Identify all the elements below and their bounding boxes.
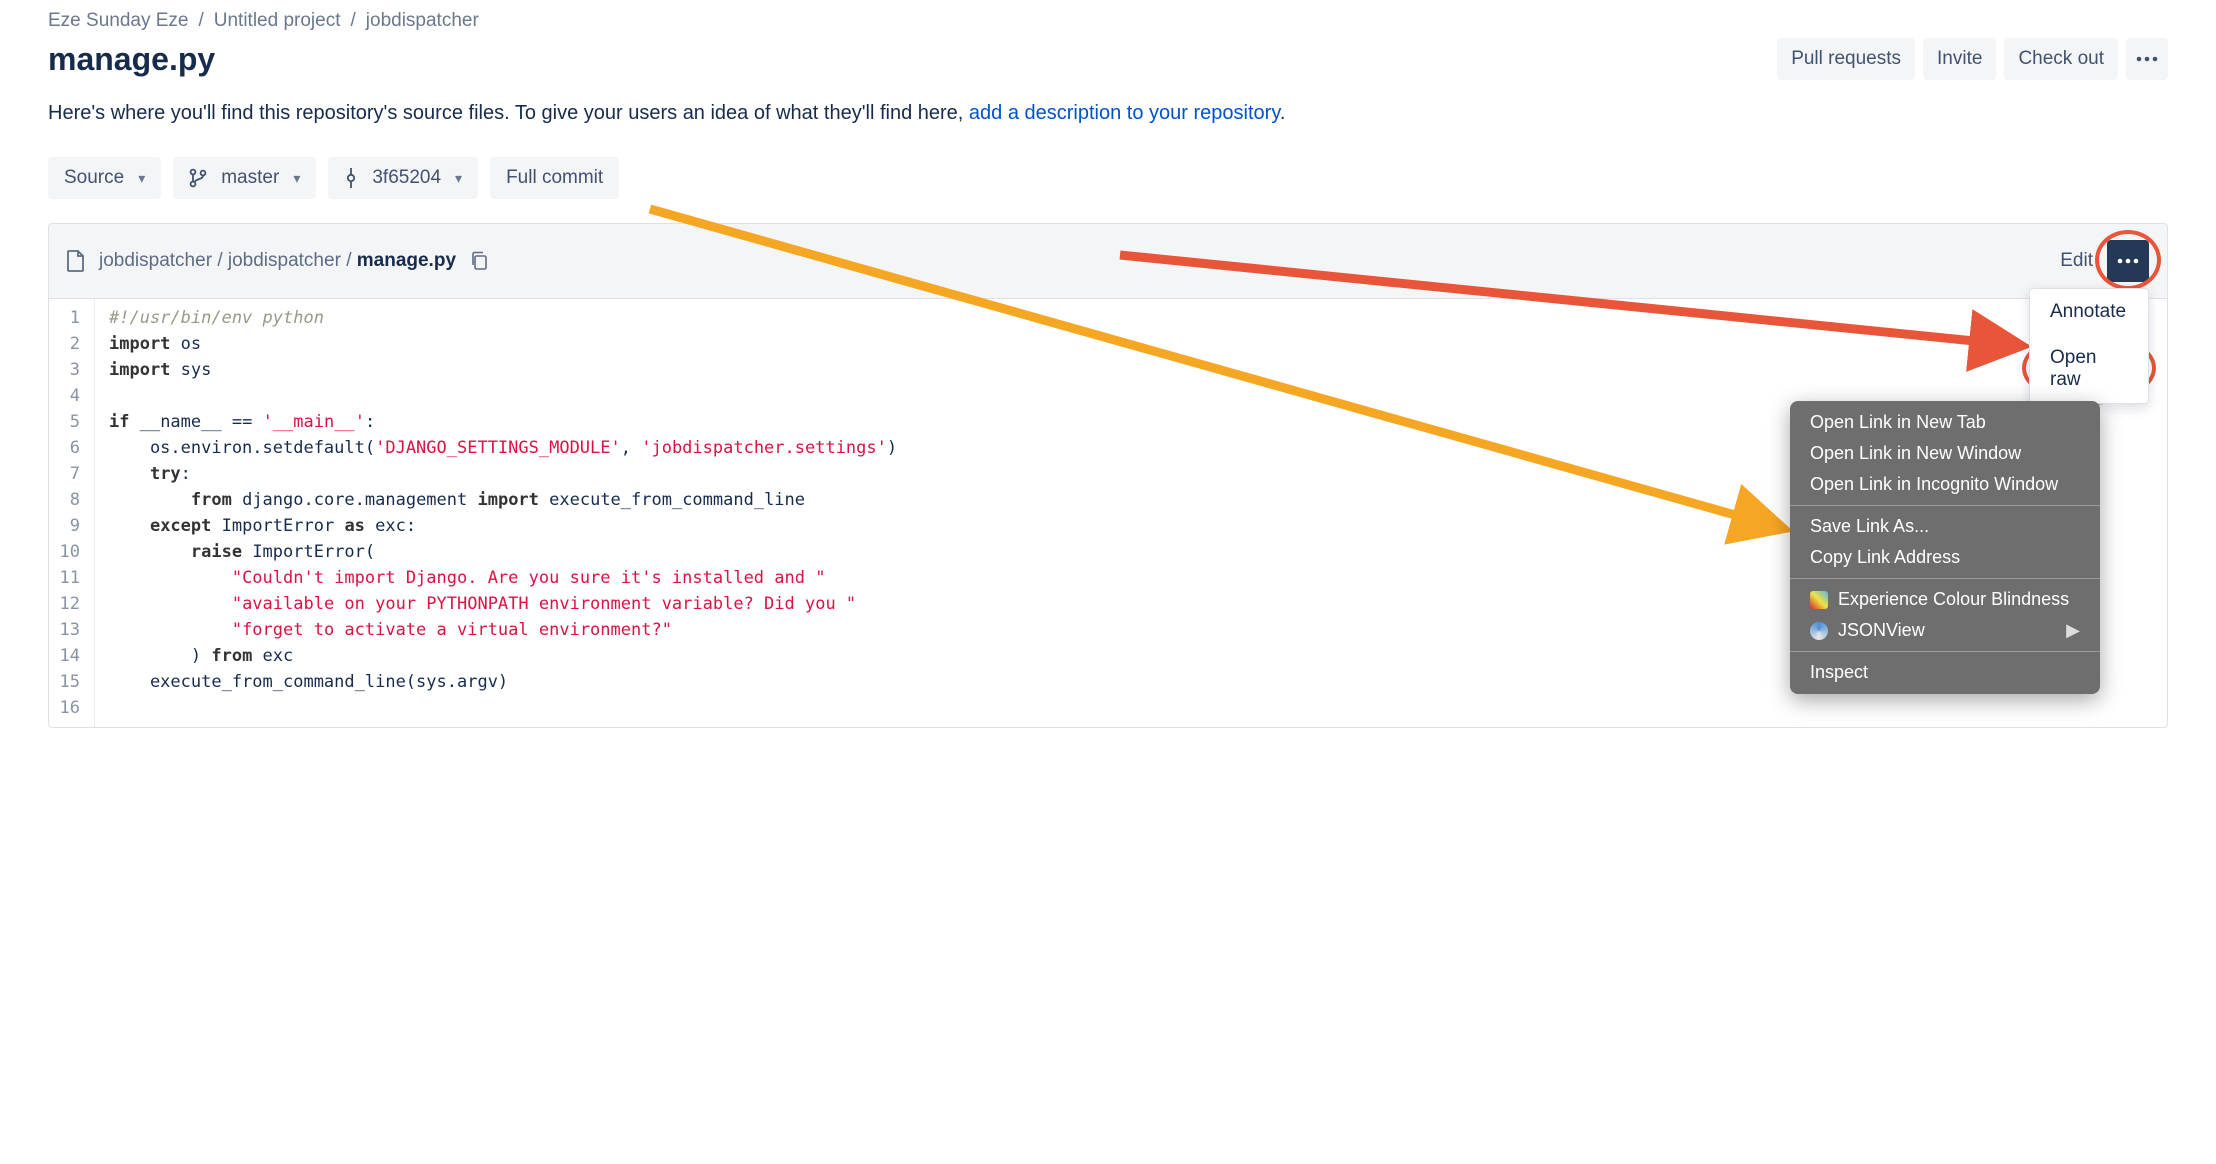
line-number: 5 — [59, 409, 80, 435]
extension-icon — [1810, 591, 1828, 609]
line-number: 8 — [59, 487, 80, 513]
code-line: execute_from_command_line(sys.argv) — [109, 669, 897, 695]
line-number-gutter: 12345678910111213141516 — [49, 299, 95, 727]
full-commit-button[interactable]: Full commit — [490, 157, 619, 199]
line-number: 6 — [59, 435, 80, 461]
file-path: jobdispatcher / jobdispatcher / manage.p… — [99, 250, 456, 272]
code-line: os.environ.setdefault('DJANGO_SETTINGS_M… — [109, 435, 897, 461]
branch-selector-label: master — [221, 167, 279, 189]
line-number: 12 — [59, 591, 80, 617]
code-line: "available on your PYTHONPATH environmen… — [109, 591, 897, 617]
description-text: Here's where you'll find this repository… — [48, 102, 969, 124]
code-line: from django.core.management import execu… — [109, 487, 897, 513]
file-icon — [67, 250, 85, 272]
crumb-repo[interactable]: jobdispatcher — [366, 10, 479, 32]
line-number: 16 — [59, 695, 80, 721]
ctx-open-incognito[interactable]: Open Link in Incognito Window — [1790, 469, 2100, 500]
submenu-arrow-icon: ▶ — [2066, 620, 2080, 641]
code-line: import sys — [109, 357, 897, 383]
ctx-open-new-window[interactable]: Open Link in New Window — [1790, 438, 2100, 469]
code-line: try: — [109, 461, 897, 487]
ctx-separator — [1790, 578, 2100, 579]
path-sep: / — [346, 250, 357, 271]
code-line: "forget to activate a virtual environmen… — [109, 617, 897, 643]
branch-icon — [189, 168, 207, 188]
add-description-link[interactable]: add a description to your repository — [969, 102, 1280, 124]
ctx-copy-link-address[interactable]: Copy Link Address — [1790, 542, 2100, 573]
ctx-separator — [1790, 651, 2100, 652]
description-after: . — [1280, 102, 1286, 124]
open-raw-menu-item[interactable]: Open raw — [2030, 335, 2148, 403]
file-path-seg-1[interactable]: jobdispatcher — [228, 250, 341, 271]
ctx-ext-jsonview[interactable]: JSONView ▶ — [1790, 615, 2100, 646]
edit-button[interactable]: Edit — [2060, 250, 2093, 272]
path-sep: / — [217, 250, 228, 271]
line-number: 2 — [59, 331, 80, 357]
invite-button[interactable]: Invite — [1923, 38, 1996, 80]
code-line: if __name__ == '__main__': — [109, 409, 897, 435]
more-horizontal-icon — [2117, 258, 2139, 264]
ctx-save-link-as[interactable]: Save Link As... — [1790, 511, 2100, 542]
source-selector[interactable]: Source ▾ — [48, 157, 161, 199]
file-more-button[interactable] — [2107, 240, 2149, 282]
line-number: 15 — [59, 669, 80, 695]
code-block: #!/usr/bin/env pythonimport osimport sys… — [95, 299, 911, 727]
code-line — [109, 695, 897, 721]
ctx-separator — [1790, 505, 2100, 506]
ctx-open-new-tab[interactable]: Open Link in New Tab — [1790, 407, 2100, 438]
more-horizontal-icon — [2136, 56, 2158, 62]
source-selector-label: Source — [64, 167, 124, 189]
line-number: 14 — [59, 643, 80, 669]
file-header: jobdispatcher / jobdispatcher / manage.p… — [49, 224, 2167, 299]
line-number: 11 — [59, 565, 80, 591]
page-title: manage.py — [48, 41, 215, 78]
ctx-inspect[interactable]: Inspect — [1790, 657, 2100, 688]
breadcrumbs: Eze Sunday Eze / Untitled project / jobd… — [48, 10, 2168, 32]
annotate-menu-item[interactable]: Annotate — [2030, 289, 2148, 335]
chevron-down-icon: ▾ — [293, 170, 300, 187]
code-line: except ImportError as exc: — [109, 513, 897, 539]
file-path-seg-2: manage.py — [357, 250, 456, 271]
header-actions: Pull requests Invite Check out — [1777, 38, 2168, 80]
crumb-owner[interactable]: Eze Sunday Eze — [48, 10, 188, 32]
check-out-button[interactable]: Check out — [2004, 38, 2118, 80]
full-commit-label: Full commit — [506, 167, 603, 189]
extension-icon — [1810, 622, 1828, 640]
ctx-ext-colour-blindness[interactable]: Experience Colour Blindness — [1790, 584, 2100, 615]
more-actions-button[interactable] — [2126, 38, 2168, 80]
file-path-seg-0[interactable]: jobdispatcher — [99, 250, 212, 271]
file-more-dropdown: Annotate Open raw — [2029, 288, 2149, 404]
copy-icon[interactable] — [470, 251, 488, 271]
line-number: 3 — [59, 357, 80, 383]
line-number: 9 — [59, 513, 80, 539]
line-number: 7 — [59, 461, 80, 487]
repo-description: Here's where you'll find this repository… — [48, 102, 2168, 125]
code-line: "Couldn't import Django. Are you sure it… — [109, 565, 897, 591]
code-line: ) from exc — [109, 643, 897, 669]
commit-icon — [344, 168, 358, 188]
chevron-down-icon: ▾ — [455, 170, 462, 187]
branch-selector[interactable]: master ▾ — [173, 157, 316, 199]
crumb-sep-icon: / — [351, 10, 356, 32]
chevron-down-icon: ▾ — [138, 170, 145, 187]
line-number: 1 — [59, 305, 80, 331]
pull-requests-button[interactable]: Pull requests — [1777, 38, 1915, 80]
browser-context-menu: Open Link in New Tab Open Link in New Wi… — [1790, 401, 2100, 694]
line-number: 10 — [59, 539, 80, 565]
line-number: 13 — [59, 617, 80, 643]
crumb-sep-icon: / — [198, 10, 203, 32]
line-number: 4 — [59, 383, 80, 409]
code-line: #!/usr/bin/env python — [109, 305, 897, 331]
code-line — [109, 383, 897, 409]
commit-selector-label: 3f65204 — [372, 167, 441, 189]
code-line: raise ImportError( — [109, 539, 897, 565]
code-line: import os — [109, 331, 897, 357]
crumb-project[interactable]: Untitled project — [214, 10, 341, 32]
commit-selector[interactable]: 3f65204 ▾ — [328, 157, 478, 199]
